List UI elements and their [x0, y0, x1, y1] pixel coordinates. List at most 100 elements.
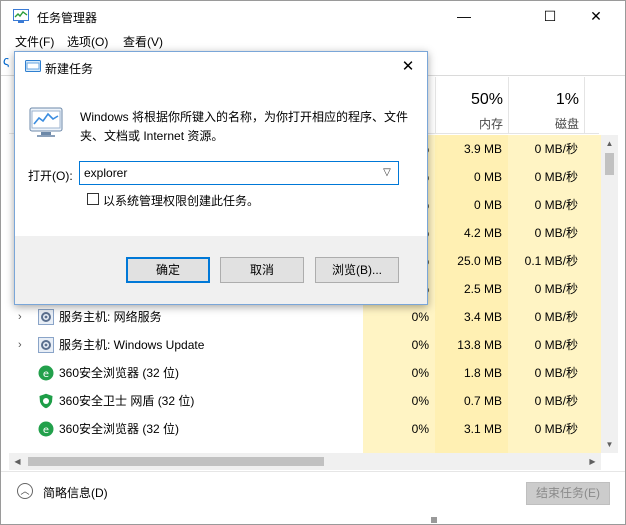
dialog-button-area: 确定 取消 浏览(B)... — [15, 236, 427, 304]
process-name: 服务主机: Windows Update — [59, 338, 205, 352]
disk-cell: 0 MB/秒 — [508, 359, 584, 387]
table-row[interactable]: 360安全卫士 网盾 (32 位) 0% 0.7 MB 0 MB/秒 — [1, 387, 601, 415]
open-combobox[interactable]: explorer ▽ — [79, 161, 399, 185]
ok-button[interactable]: 确定 — [126, 257, 210, 283]
network-cell — [584, 135, 601, 163]
menu-options[interactable]: 选项(O) — [67, 33, 108, 50]
vertical-scrollbar[interactable]: ▲ ▼ — [601, 135, 618, 453]
dialog-title: 新建任务 — [45, 62, 94, 76]
network-cell — [584, 359, 601, 387]
cpu-cell: 0% — [363, 331, 435, 359]
fewer-details-label: 简略信息(D) — [43, 486, 108, 500]
network-cell — [584, 191, 601, 219]
column-network-header[interactable] — [584, 77, 602, 133]
scroll-up-icon[interactable]: ▲ — [601, 135, 618, 152]
gear-icon — [38, 309, 54, 325]
network-cell — [584, 415, 601, 443]
browse-button[interactable]: 浏览(B)... — [315, 257, 399, 283]
gear-icon — [38, 337, 54, 353]
disk-cell: 0.1 MB/秒 — [508, 247, 584, 275]
network-cell — [584, 275, 601, 303]
scroll-left-icon[interactable]: ◀ — [9, 453, 26, 470]
disk-cell: 0 MB/秒 — [508, 219, 584, 247]
cpu-cell — [363, 443, 435, 453]
memory-cell: 3.4 MB — [435, 303, 508, 331]
360-guard-icon — [39, 393, 53, 409]
disk-cell: 0 MB/秒 — [508, 415, 584, 443]
scroll-right-icon[interactable]: ▶ — [584, 453, 601, 470]
menu-view[interactable]: 查看(V) — [123, 33, 163, 50]
memory-cell: 1.8 MB — [435, 359, 508, 387]
footer-divider — [1, 471, 625, 472]
table-row[interactable]: e 360安全浏览器 (32 位) 0% 3.1 MB 0 MB/秒 — [1, 415, 601, 443]
table-row[interactable]: › 服务主机: 网络服务 0% 3.4 MB 0 MB/秒 — [1, 303, 601, 331]
expand-chevron-icon[interactable]: › — [18, 303, 22, 331]
memory-cell: 3.1 MB — [435, 415, 508, 443]
disk-cell: 0 MB/秒 — [508, 331, 584, 359]
memory-cell: 13.8 MB — [435, 331, 508, 359]
run-program-icon — [29, 107, 63, 137]
open-label: 打开(O): — [28, 169, 73, 183]
disk-cell: 0 MB/秒 — [508, 163, 584, 191]
network-cell — [584, 247, 601, 275]
vertical-scroll-thumb[interactable] — [605, 153, 614, 175]
open-input[interactable]: explorer — [84, 166, 127, 180]
table-row[interactable]: e 360安全浏览器 (32 位) 0% 1.8 MB 0 MB/秒 — [1, 359, 601, 387]
new-task-dialog: 新建任务 ✕ Windows 将根据你所键入的名称，为你打开相应的程序、文件夹、… — [14, 51, 428, 305]
process-name: 服务主机: 网络服务 — [59, 310, 162, 324]
resize-grip[interactable] — [431, 517, 437, 523]
horizontal-scroll-thumb[interactable] — [28, 457, 324, 466]
maximize-button[interactable]: ☐ — [527, 1, 573, 31]
360-browser-icon: e — [38, 421, 54, 437]
menu-file[interactable]: 文件(F) — [15, 33, 54, 50]
tab-fragment[interactable]: ς — [3, 53, 9, 68]
process-name: 360安全卫士 网盾 (32 位) — [59, 394, 195, 408]
expand-chevron-icon[interactable]: › — [18, 331, 22, 359]
disk-cell: 0 MB/秒 — [508, 387, 584, 415]
cpu-cell: 0% — [363, 387, 435, 415]
memory-cell: 25.0 MB — [435, 247, 508, 275]
admin-checkbox-label: 以系统管理权限创建此任务。 — [103, 194, 260, 208]
memory-cell: 0 MB — [435, 163, 508, 191]
column-memory-header[interactable]: 50% 内存 — [435, 77, 509, 133]
column-disk-header[interactable]: 1% 磁盘 — [508, 77, 585, 133]
cancel-button[interactable]: 取消 — [220, 257, 304, 283]
close-button[interactable]: ✕ — [573, 1, 619, 31]
chevron-up-icon: ︿ — [17, 483, 33, 499]
process-name: 360安全浏览器 (32 位) — [59, 366, 180, 380]
disk-cell — [508, 443, 584, 453]
network-cell — [584, 387, 601, 415]
disk-percent: 1% — [555, 91, 579, 108]
scroll-down-icon[interactable]: ▼ — [601, 436, 618, 453]
chevron-down-icon[interactable]: ▽ — [378, 164, 396, 182]
checkbox-box[interactable] — [87, 193, 99, 205]
dialog-title-bar[interactable]: 新建任务 ✕ — [15, 52, 427, 82]
memory-cell: 0 MB — [435, 191, 508, 219]
memory-cell: 2.5 MB — [435, 275, 508, 303]
title-bar[interactable]: 任务管理器 — ☐ ✕ — [1, 1, 625, 31]
network-cell — [584, 219, 601, 247]
memory-percent: 50% — [470, 91, 503, 108]
horizontal-scrollbar[interactable]: ◀ ▶ — [9, 453, 601, 470]
end-task-button[interactable]: 结束任务(E) — [526, 482, 610, 505]
menu-bar: 文件(F) 选项(O) 查看(V) — [1, 31, 625, 51]
disk-cell: 0 MB/秒 — [508, 135, 584, 163]
table-row-partial[interactable] — [1, 443, 601, 453]
cpu-cell: 0% — [363, 303, 435, 331]
disk-cell: 0 MB/秒 — [508, 303, 584, 331]
dialog-description: Windows 将根据你所键入的名称，为你打开相应的程序、文件夹、文档或 Int… — [80, 110, 409, 143]
network-cell — [584, 163, 601, 191]
dialog-close-icon[interactable]: ✕ — [395, 55, 421, 79]
memory-cell: 0.7 MB — [435, 387, 508, 415]
disk-label: 磁盘 — [554, 117, 579, 131]
minimize-button[interactable]: — — [441, 1, 487, 31]
process-name: 360安全浏览器 (32 位) — [59, 422, 180, 436]
disk-cell: 0 MB/秒 — [508, 191, 584, 219]
table-row[interactable]: › 服务主机: Windows Update 0% 13.8 MB 0 MB/秒 — [1, 331, 601, 359]
memory-cell — [435, 443, 508, 453]
network-cell — [584, 331, 601, 359]
memory-cell: 3.9 MB — [435, 135, 508, 163]
disk-cell: 0 MB/秒 — [508, 275, 584, 303]
cpu-cell: 0% — [363, 359, 435, 387]
svg-text:e: e — [43, 425, 49, 436]
